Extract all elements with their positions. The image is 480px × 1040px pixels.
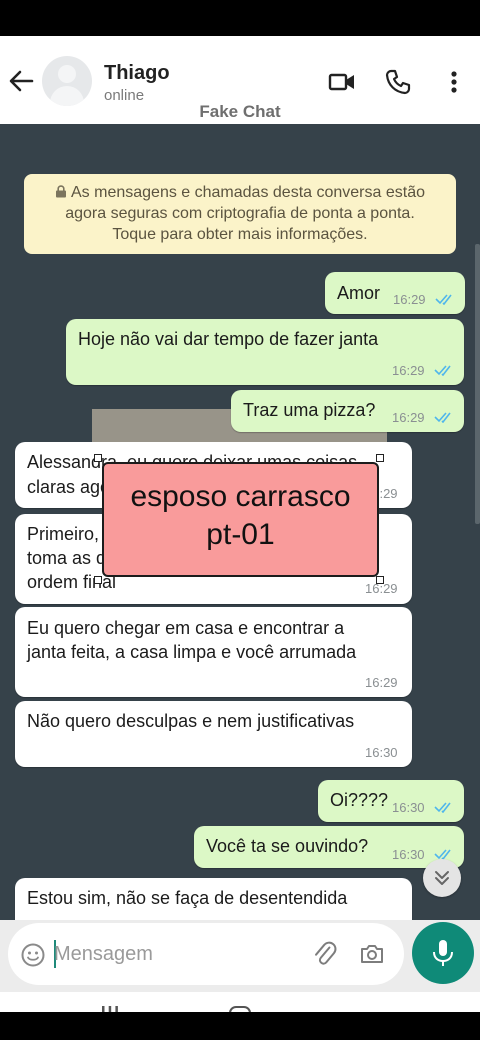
message-text: Você ta se ouvindo? bbox=[206, 836, 369, 856]
resize-handle bbox=[94, 576, 102, 584]
attach-icon[interactable] bbox=[310, 940, 338, 968]
video-title-overlay: esposo carrasco pt-01 bbox=[102, 462, 379, 577]
message-time: 16:30 bbox=[392, 800, 425, 815]
status-bar bbox=[0, 0, 480, 36]
emoji-icon[interactable] bbox=[20, 942, 46, 968]
avatar[interactable] bbox=[42, 56, 92, 106]
message-time: 16:29 bbox=[393, 292, 426, 307]
back-arrow-icon[interactable] bbox=[6, 66, 36, 96]
message-text: Hoje não vai dar tempo de fazer janta bbox=[78, 329, 379, 349]
message-bubble-outgoing[interactable]: Oi???? 16:30 bbox=[318, 780, 464, 822]
resize-handle bbox=[94, 454, 102, 462]
message-bubble-incoming[interactable]: Estou sim, não se faça de desentendida bbox=[15, 878, 412, 920]
mic-button[interactable] bbox=[412, 922, 474, 984]
message-bubble-incoming[interactable]: Não quero desculpas e nem justificativas… bbox=[15, 701, 412, 767]
message-bubble-outgoing[interactable]: Hoje não vai dar tempo de fazer janta 16… bbox=[66, 319, 464, 385]
voice-call-icon[interactable] bbox=[384, 68, 412, 96]
message-input-container[interactable] bbox=[8, 923, 404, 985]
encryption-notice[interactable]: As mensagens e chamadas desta conversa e… bbox=[24, 174, 456, 254]
notice-line-2: agora seguras com criptografia de ponta … bbox=[65, 205, 415, 222]
bottom-letterbox bbox=[0, 1012, 480, 1040]
watermark-label: Fake Chat bbox=[199, 102, 281, 121]
read-ticks-icon bbox=[434, 802, 451, 813]
message-text: Não quero desculpas e nem justificativas bbox=[27, 711, 355, 731]
contact-name[interactable]: Thiago bbox=[104, 62, 170, 85]
message-bubble-outgoing[interactable]: Traz uma pizza? 16:29 bbox=[231, 390, 464, 432]
message-bubble-incoming[interactable]: Eu quero chegar em casa e encontrar a ja… bbox=[15, 607, 412, 697]
message-text: Traz uma pizza? bbox=[243, 400, 376, 420]
double-chevron-down-icon bbox=[435, 871, 449, 885]
more-options-icon[interactable] bbox=[440, 68, 468, 96]
resize-handle bbox=[376, 576, 384, 584]
message-text-line: janta feita, a casa limpa e você arrumad… bbox=[27, 642, 357, 662]
camera-icon[interactable] bbox=[358, 940, 386, 968]
read-ticks-icon bbox=[434, 412, 451, 423]
overlay-line-2: pt-01 bbox=[206, 518, 275, 551]
read-ticks-icon bbox=[435, 294, 452, 305]
message-text-line: Eu quero chegar em casa e encontrar a bbox=[27, 618, 345, 638]
message-time: 16:29 bbox=[392, 363, 425, 378]
chat-area[interactable]: As mensagens e chamadas desta conversa e… bbox=[0, 124, 480, 920]
message-bubble-outgoing[interactable]: Amor 16:29 bbox=[325, 272, 465, 314]
resize-handle bbox=[376, 454, 384, 462]
scroll-down-button[interactable] bbox=[423, 859, 461, 897]
message-input[interactable] bbox=[54, 937, 304, 971]
notice-line-1: As mensagens e chamadas desta conversa e… bbox=[24, 182, 456, 203]
chat-header: Thiago online Fake Chat bbox=[0, 36, 480, 124]
message-text: Oi???? bbox=[330, 790, 389, 810]
overlay-line-1: esposo carrasco bbox=[130, 480, 351, 513]
composer-bar bbox=[0, 920, 480, 992]
notice-line-3: Toque para obter mais informações. bbox=[112, 226, 368, 243]
microphone-icon bbox=[433, 940, 453, 966]
lock-icon bbox=[56, 185, 66, 198]
message-time: 16:29 bbox=[392, 410, 425, 425]
read-ticks-icon bbox=[434, 365, 451, 376]
notice-text-1: As mensagens e chamadas desta conversa e… bbox=[71, 184, 425, 201]
video-call-icon[interactable] bbox=[328, 68, 356, 96]
scrollbar[interactable] bbox=[475, 244, 480, 524]
message-time: 16:29 bbox=[365, 675, 398, 690]
message-time: 16:30 bbox=[365, 745, 398, 760]
message-text: Estou sim, não se faça de desentendida bbox=[27, 888, 348, 908]
message-text: Amor bbox=[337, 283, 381, 303]
avatar-head bbox=[58, 65, 76, 83]
message-time: 16:30 bbox=[392, 847, 425, 862]
